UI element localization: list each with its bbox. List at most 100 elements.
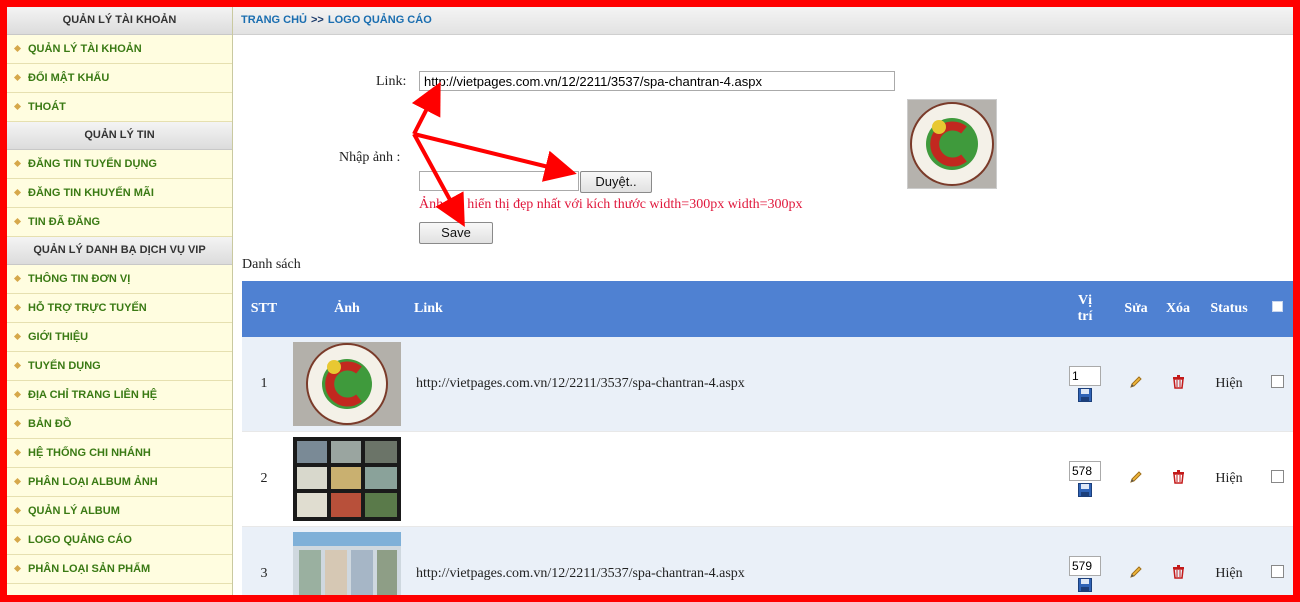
cosmetics-shelf-thumbnail [293, 437, 401, 521]
floppy-disk-icon[interactable] [1078, 483, 1092, 497]
sidebar-item-label: TUYỂN DỤNG [28, 360, 101, 372]
row-status: Hiện [1199, 431, 1259, 527]
sidebar-item-map[interactable]: BẢN ĐỒ [7, 410, 232, 439]
sidebar-item-introduction[interactable]: GIỚI THIỆU [7, 323, 232, 352]
breadcrumb-current-link[interactable]: LOGO QUẢNG CÁO [328, 14, 432, 26]
sidebar-item-logout[interactable]: THOÁT [7, 93, 232, 122]
list-title: Danh sách [242, 257, 301, 272]
spa-logo-image [908, 100, 996, 188]
diamond-bullet-icon [13, 506, 22, 514]
diamond-bullet-icon [13, 303, 22, 311]
sidebar-item-label: QUẢN LÝ TÀI KHOẢN [28, 43, 142, 55]
row-checkbox[interactable] [1270, 470, 1284, 483]
header-status: Status [1199, 281, 1259, 337]
position-input[interactable] [1069, 556, 1101, 576]
sidebar-item-label: ĐỊA CHỈ TRANG LIÊN HỆ [28, 389, 158, 401]
floppy-disk-icon[interactable] [1078, 388, 1092, 402]
position-input[interactable] [1069, 366, 1101, 386]
sidebar-item-posted-news[interactable]: TIN ĐÃ ĐĂNG [7, 208, 232, 237]
logo-table: STT Ảnh Link Vị trí Sửa Xóa Status 1 htt… [242, 281, 1293, 595]
link-input[interactable] [419, 71, 895, 91]
sidebar-item-online-support[interactable]: HỖ TRỢ TRỰC TUYẾN [7, 294, 232, 323]
diamond-bullet-icon [13, 448, 22, 456]
row-select-cell [1259, 526, 1293, 595]
diamond-bullet-icon [13, 419, 22, 427]
trash-icon[interactable] [1171, 564, 1186, 579]
header-position-line2: trí [1077, 309, 1093, 324]
sidebar-item-change-password[interactable]: ĐỔI MẬT KHẨU [7, 64, 232, 93]
select-all-checkbox[interactable] [1271, 301, 1283, 312]
row-stt: 2 [242, 431, 286, 527]
sidebar-item-label: ĐĂNG TIN KHUYẾN MÃI [28, 187, 154, 199]
sidebar-item-product-categories[interactable]: PHÂN LOẠI SẢN PHẨM [7, 555, 232, 584]
sidebar-item-label: TIN ĐÃ ĐĂNG [28, 216, 101, 228]
sidebar-section-title-news: QUẢN LÝ TIN [7, 122, 232, 150]
sidebar-item-recruitment[interactable]: TUYỂN DỤNG [7, 352, 232, 381]
sidebar-section-title-vip: QUẢN LÝ DANH BẠ DỊCH VỤ VIP [7, 237, 232, 265]
diamond-bullet-icon [13, 564, 22, 572]
row-image-cell [286, 337, 408, 432]
sidebar-item-label: QUẢN LÝ ALBUM [28, 505, 120, 517]
header-select-all [1259, 281, 1293, 337]
link-label: Link: [376, 74, 407, 89]
sidebar-item-account[interactable]: QUẢN LÝ TÀI KHOẢN [7, 35, 232, 64]
sidebar-item-label: ĐĂNG TIN TUYỂN DỤNG [28, 158, 157, 170]
sidebar-item-ad-logo[interactable]: LOGO QUẢNG CÁO [7, 526, 232, 555]
row-position-cell [1055, 431, 1115, 527]
sidebar-item-post-promotion[interactable]: ĐĂNG TIN KHUYẾN MÃI [7, 179, 232, 208]
header-image: Ảnh [286, 281, 408, 337]
row-checkbox[interactable] [1270, 375, 1284, 388]
row-delete-cell [1157, 337, 1199, 432]
sidebar-item-label: ĐỔI MẬT KHẨU [28, 72, 110, 84]
sidebar-item-company-info[interactable]: THÔNG TIN ĐƠN VỊ [7, 265, 232, 294]
diamond-bullet-icon [13, 73, 22, 81]
sidebar-item-label: BẢN ĐỒ [28, 418, 72, 430]
page-frame: QUẢN LÝ TÀI KHOẢN QUẢN LÝ TÀI KHOẢN ĐỔI … [0, 0, 1300, 602]
table-row: 1 http://vietpages.com.vn/12/2211/3537/s… [242, 337, 1293, 432]
header-edit: Sửa [1115, 281, 1157, 337]
diamond-bullet-icon [13, 102, 22, 110]
floppy-disk-icon[interactable] [1078, 578, 1092, 592]
sidebar-item-label: PHÂN LOẠI ALBUM ẢNH [28, 476, 158, 488]
sidebar-item-album-categories[interactable]: PHÂN LOẠI ALBUM ẢNH [7, 468, 232, 497]
sidebar-item-post-recruitment[interactable]: ĐĂNG TIN TUYỂN DỤNG [7, 150, 232, 179]
header-delete: Xóa [1157, 281, 1199, 337]
save-button[interactable]: Save [419, 222, 493, 244]
image-file-input[interactable] [419, 171, 579, 191]
pencil-icon[interactable] [1129, 470, 1143, 484]
browse-button[interactable]: Duyệt.. [580, 171, 652, 193]
row-edit-cell [1115, 431, 1157, 527]
breadcrumb-separator: >> [311, 14, 324, 26]
row-position-cell [1055, 337, 1115, 432]
sidebar-item-branches[interactable]: HỆ THỐNG CHI NHÁNH [7, 439, 232, 468]
row-image-cell [286, 431, 408, 527]
row-status: Hiện [1199, 337, 1259, 432]
pencil-icon[interactable] [1129, 375, 1143, 389]
pencil-icon[interactable] [1129, 565, 1143, 579]
row-position-cell [1055, 526, 1115, 595]
position-input[interactable] [1069, 461, 1101, 481]
row-delete-cell [1157, 526, 1199, 595]
sidebar-item-album-manage[interactable]: QUẢN LÝ ALBUM [7, 497, 232, 526]
image-size-hint: Ảnh chỉ hiển thị đẹp nhất với kích thước… [419, 197, 803, 212]
header-position-line1: Vị [1078, 293, 1092, 308]
table-row: 3 http://vietpages.com.vn/12/2211/3537/s… [242, 526, 1293, 595]
sidebar-item-label: GIỚI THIỆU [28, 331, 89, 343]
diamond-bullet-icon [13, 477, 22, 485]
row-select-cell [1259, 431, 1293, 527]
logo-preview-image [907, 99, 997, 189]
diamond-bullet-icon [13, 361, 22, 369]
trash-icon[interactable] [1171, 374, 1186, 389]
row-edit-cell [1115, 526, 1157, 595]
trash-icon[interactable] [1171, 469, 1186, 484]
table-header-row: STT Ảnh Link Vị trí Sửa Xóa Status [242, 281, 1293, 337]
sidebar-item-label: THÔNG TIN ĐƠN VỊ [28, 273, 131, 285]
sidebar-item-label: THOÁT [28, 101, 66, 113]
row-link: http://vietpages.com.vn/12/2211/3537/spa… [408, 337, 1055, 432]
diamond-bullet-icon [13, 188, 22, 196]
main-content: TRANG CHỦ >> LOGO QUẢNG CÁO Link: Nhập ảnh… [233, 7, 1293, 595]
sidebar-item-contact-page[interactable]: ĐỊA CHỈ TRANG LIÊN HỆ [7, 381, 232, 410]
breadcrumb-home-link[interactable]: TRANG CHỦ [241, 14, 307, 26]
row-checkbox[interactable] [1270, 565, 1284, 578]
sidebar-item-label: HỆ THỐNG CHI NHÁNH [28, 447, 151, 459]
